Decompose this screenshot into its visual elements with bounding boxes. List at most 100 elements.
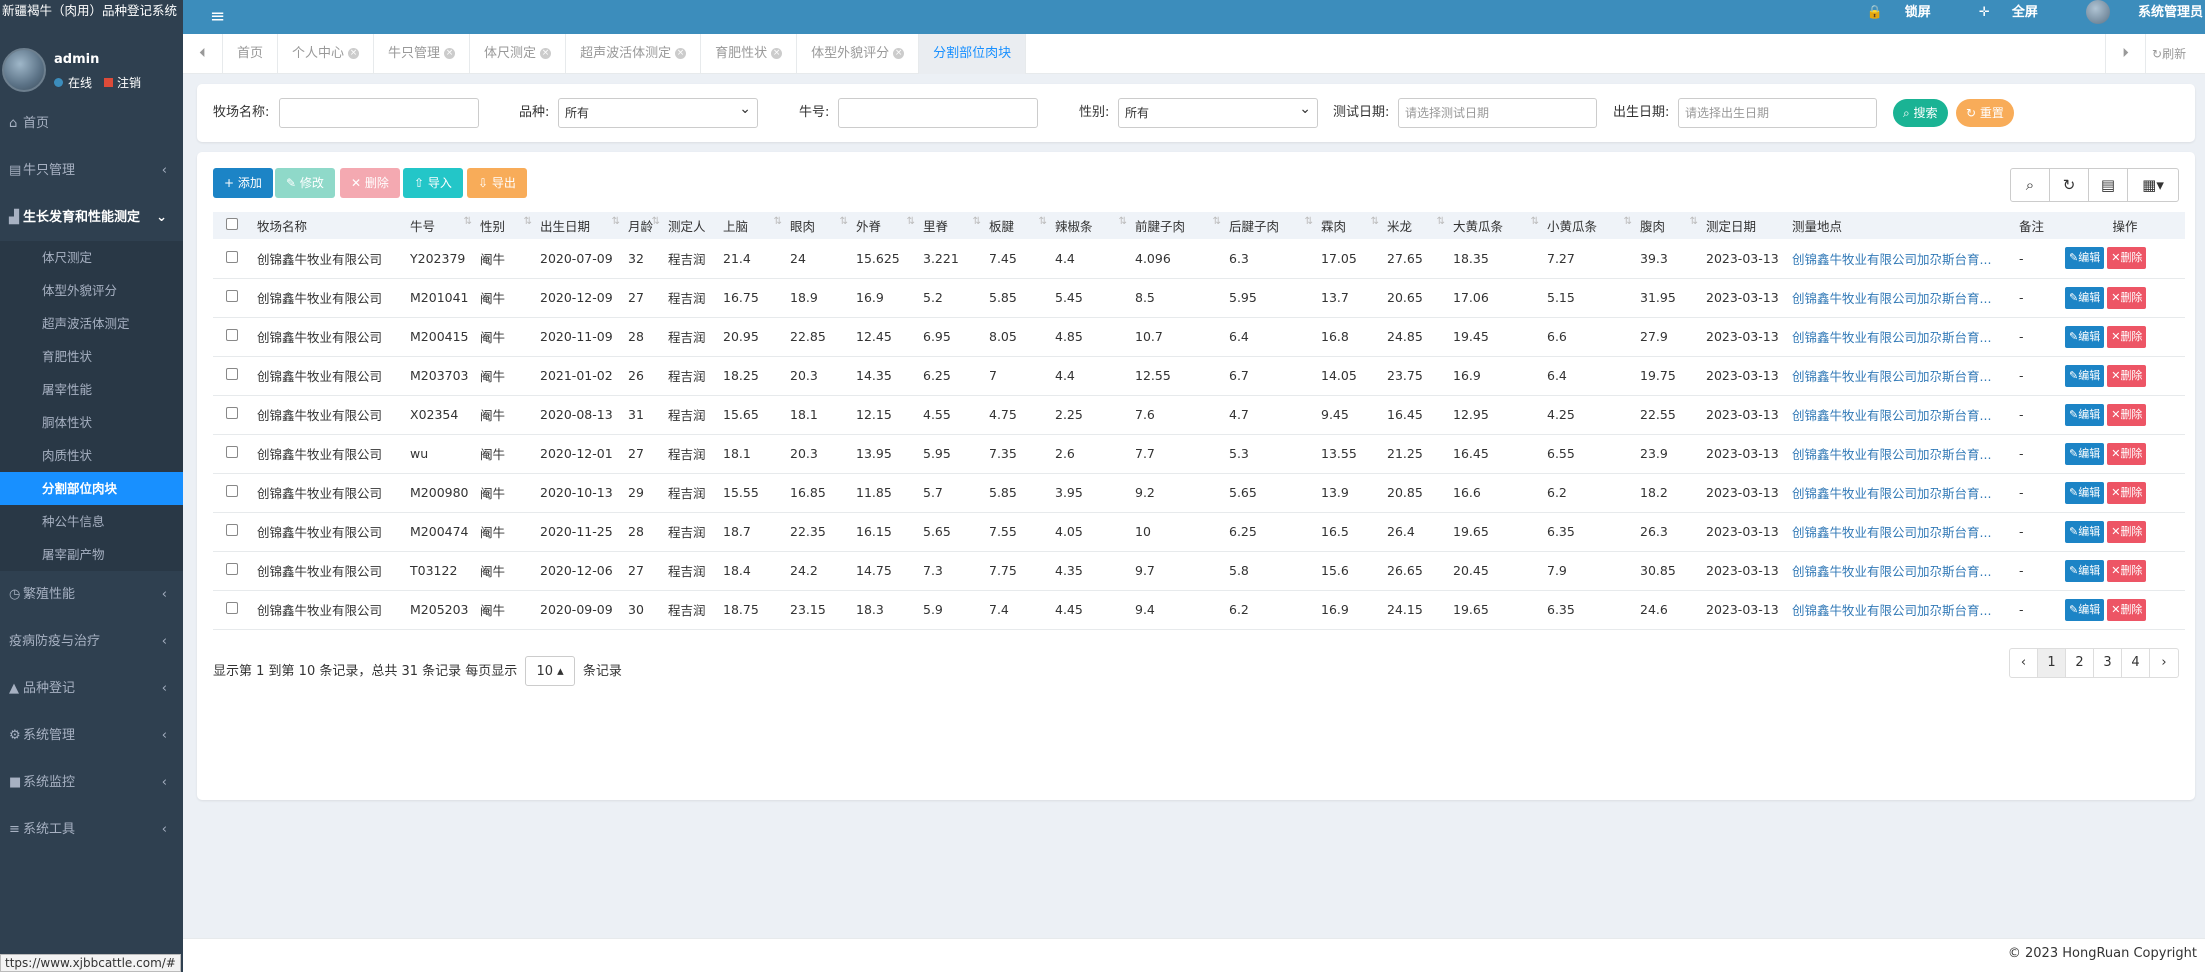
page-button[interactable]: 2 (2066, 649, 2094, 677)
edit-row-button[interactable]: ✎编辑 (2065, 247, 2105, 270)
close-icon[interactable]: × (540, 48, 552, 59)
edit-row-button[interactable]: ✎编辑 (2065, 481, 2105, 504)
reset-button[interactable]: ↻ 重置 (1956, 99, 2014, 127)
sidebar-subitem[interactable]: 超声波活体测定 (0, 307, 183, 340)
delete-row-button[interactable]: ✕删除 (2107, 520, 2147, 543)
col-header[interactable]: 小黄瓜条 (1543, 212, 1636, 239)
logout-link[interactable]: 注销 (117, 76, 141, 90)
prev-page-button[interactable]: ‹ (2010, 649, 2038, 677)
col-header[interactable]: 后腱子肉 (1225, 212, 1317, 239)
birth-date-input[interactable]: 请选择出生日期 (1678, 98, 1877, 128)
delete-row-button[interactable]: ✕删除 (2107, 481, 2147, 504)
columns-icon[interactable]: ▦▾ (2128, 169, 2178, 201)
delete-row-button[interactable]: ✕删除 (2107, 442, 2147, 465)
sidebar-subitem[interactable]: 肉质性状 (0, 439, 183, 472)
tab-home[interactable]: 首页 (223, 34, 279, 74)
col-header[interactable]: 腹肉 (1636, 212, 1702, 239)
sidebar-subitem[interactable]: 胴体性状 (0, 406, 183, 439)
search-icon[interactable]: ⌕ (2011, 169, 2050, 201)
tab-body-size[interactable]: 体尺测定 × (470, 34, 567, 74)
col-header[interactable]: 米龙 (1383, 212, 1449, 239)
sidebar-subitem[interactable]: 体尺测定 (0, 241, 183, 274)
location-link[interactable]: 创锦鑫牛牧业有限公司加尕斯台育... (1788, 239, 2015, 279)
row-checkbox[interactable] (226, 485, 238, 497)
col-header[interactable]: 牧场名称 (253, 212, 406, 239)
location-link[interactable]: 创锦鑫牛牧业有限公司加尕斯台育... (1788, 356, 2015, 396)
close-icon[interactable]: × (675, 48, 687, 59)
row-checkbox[interactable] (226, 368, 238, 380)
col-header[interactable]: 牛号 (406, 212, 476, 239)
sidebar-subitem[interactable]: 屠宰副产物 (0, 538, 183, 571)
tabs-scroll-left-icon[interactable]: ⏴ (183, 34, 223, 74)
col-header[interactable]: 里脊 (919, 212, 985, 239)
export-button[interactable]: ⇩ 导出 (467, 168, 527, 198)
search-button[interactable]: ⌕ 搜索 (1893, 99, 1948, 127)
col-header[interactable]: 测量地点 (1788, 212, 2015, 239)
col-header[interactable]: 测定人 (664, 212, 719, 239)
sidebar-subitem[interactable]: 种公牛信息 (0, 505, 183, 538)
location-link[interactable]: 创锦鑫牛牧业有限公司加尕斯台育... (1788, 395, 2015, 435)
tab-fattening[interactable]: 育肥性状 × (701, 34, 798, 74)
col-header[interactable]: 上脑 (719, 212, 786, 239)
tab-cuts[interactable]: 分割部位肉块 (919, 34, 1027, 74)
page-button[interactable]: 4 (2122, 649, 2150, 677)
sidebar-item-system[interactable]: ⚙ 系统管理 ‹ (0, 712, 183, 759)
col-header[interactable]: 霖肉 (1317, 212, 1383, 239)
location-link[interactable]: 创锦鑫牛牧业有限公司加尕斯台育... (1788, 473, 2015, 513)
delete-button[interactable]: ✕ 删除 (340, 168, 400, 198)
page-button[interactable]: 3 (2094, 649, 2122, 677)
sidebar-subitem[interactable]: 屠宰性能 (0, 373, 183, 406)
location-link[interactable]: 创锦鑫牛牧业有限公司加尕斯台育... (1788, 590, 2015, 630)
sidebar-subitem-active[interactable]: 分割部位肉块 (0, 472, 183, 505)
tab-profile[interactable]: 个人中心 × (278, 34, 375, 74)
row-checkbox[interactable] (226, 446, 238, 458)
delete-row-button[interactable]: ✕删除 (2107, 598, 2147, 621)
sidebar-item-growth[interactable]: ▟ 生长发育和性能测定 ⌄ (0, 194, 183, 241)
select-all-checkbox[interactable] (226, 218, 238, 230)
page-size-select[interactable]: 10 ▴ (525, 656, 575, 686)
edit-row-button[interactable]: ✎编辑 (2065, 559, 2105, 582)
farm-input[interactable] (279, 98, 479, 128)
edit-row-button[interactable]: ✎编辑 (2065, 325, 2105, 348)
refresh-icon[interactable]: ↻ (2050, 169, 2089, 201)
delete-row-button[interactable]: ✕删除 (2107, 325, 2147, 348)
sidebar-item-disease[interactable]: 疫病防疫与治疗 ‹ (0, 618, 183, 665)
row-checkbox[interactable] (226, 407, 238, 419)
edit-button[interactable]: ✎ 修改 (275, 168, 335, 198)
delete-row-button[interactable]: ✕删除 (2107, 247, 2147, 270)
col-header[interactable]: 性别 (476, 212, 536, 239)
add-button[interactable]: + 添加 (213, 168, 273, 198)
col-header[interactable]: 备注 (2015, 212, 2061, 239)
tabs-scroll-right-icon[interactable]: ⏵ (2105, 34, 2145, 74)
col-header[interactable]: 测定日期 (1702, 212, 1788, 239)
page-button[interactable]: 1 (2038, 649, 2066, 677)
import-button[interactable]: ⇧ 导入 (403, 168, 463, 198)
col-header[interactable]: 大黄瓜条 (1449, 212, 1543, 239)
edit-row-button[interactable]: ✎编辑 (2065, 364, 2105, 387)
edit-row-button[interactable]: ✎编辑 (2065, 520, 2105, 543)
location-link[interactable]: 创锦鑫牛牧业有限公司加尕斯台育... (1788, 551, 2015, 591)
delete-row-button[interactable]: ✕删除 (2107, 559, 2147, 582)
sidebar-subitem[interactable]: 体型外貌评分 (0, 274, 183, 307)
row-checkbox[interactable] (226, 563, 238, 575)
location-link[interactable]: 创锦鑫牛牧业有限公司加尕斯台育... (1788, 434, 2015, 474)
delete-row-button[interactable]: ✕删除 (2107, 286, 2147, 309)
col-header[interactable]: 辣椒条 (1051, 212, 1131, 239)
user-menu[interactable]: 系统管理员 (2064, 0, 2203, 24)
col-header[interactable]: 眼肉 (786, 212, 852, 239)
col-header[interactable]: 前腱子肉 (1131, 212, 1225, 239)
col-header[interactable]: 月龄 (624, 212, 664, 239)
delete-row-button[interactable]: ✕删除 (2107, 403, 2147, 426)
next-page-button[interactable]: › (2150, 649, 2178, 677)
menu-toggle-icon[interactable]: ≡ (210, 6, 225, 27)
sidebar-item-register[interactable]: ▲ 品种登记 ‹ (0, 665, 183, 712)
col-header[interactable]: 外脊 (852, 212, 919, 239)
location-link[interactable]: 创锦鑫牛牧业有限公司加尕斯台育... (1788, 278, 2015, 318)
row-checkbox[interactable] (226, 250, 238, 263)
edit-row-button[interactable]: ✎编辑 (2065, 442, 2105, 465)
tab-conformation[interactable]: 体型外貌评分 × (797, 34, 920, 74)
sidebar-item-cattle[interactable]: ▤ 牛只管理 ‹ (0, 147, 183, 194)
col-header[interactable]: 出生日期 (536, 212, 624, 239)
sidebar-item-monitor[interactable]: ■ 系统监控 ‹ (0, 759, 183, 806)
cattle-no-input[interactable] (838, 98, 1038, 128)
